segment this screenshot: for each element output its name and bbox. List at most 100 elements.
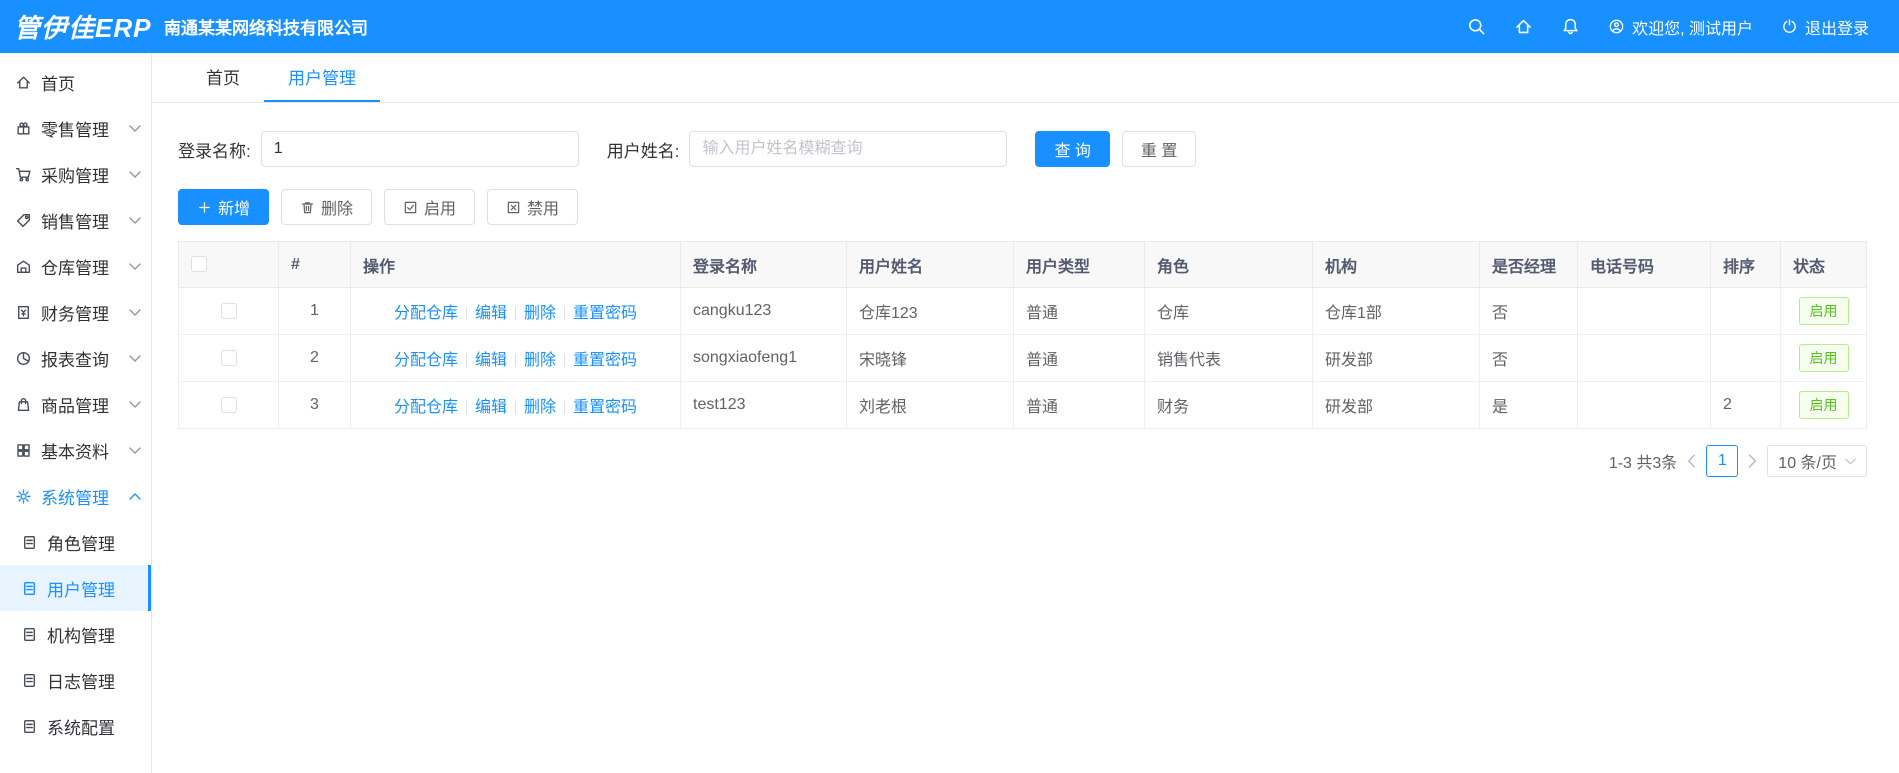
- cell-index: 3: [278, 381, 351, 429]
- sidebar-item-label: 系统管理: [41, 488, 109, 508]
- cell-manager: 否: [1479, 334, 1578, 382]
- edit-link[interactable]: 编辑: [475, 305, 507, 322]
- edit-link[interactable]: 编辑: [475, 352, 507, 369]
- sidebar-item-products[interactable]: 商品管理: [0, 381, 151, 427]
- reset-button[interactable]: 重 置: [1121, 131, 1197, 167]
- assign-warehouse-link[interactable]: 分配仓库: [394, 352, 458, 369]
- trash-icon: [300, 200, 315, 215]
- chevron-up-icon: [129, 493, 141, 500]
- disable-button[interactable]: 禁用: [487, 189, 579, 225]
- sidebar-item-roles[interactable]: 角色管理: [0, 519, 151, 565]
- logout-button[interactable]: 退出登录: [1781, 15, 1869, 39]
- report-icon: [15, 350, 32, 367]
- cell-actions: 分配仓库 编辑 删除 重置密码: [350, 287, 681, 335]
- sidebar-item-label: 用户管理: [47, 580, 115, 600]
- enable-button[interactable]: 启用: [384, 189, 476, 225]
- cell-login: test123: [680, 381, 847, 429]
- grid-icon: [15, 442, 32, 459]
- table-row: 3 分配仓库 编辑 删除 重置密码 test123 刘老根 普通 财务 研发部 是 2…: [178, 381, 1867, 429]
- col-user-type: 用户类型: [1013, 241, 1145, 288]
- sidebar-item-warehouse[interactable]: 仓库管理: [0, 243, 151, 289]
- login-name-input[interactable]: [260, 131, 579, 167]
- reset-password-link[interactable]: 重置密码: [573, 352, 637, 369]
- add-button[interactable]: 新增: [178, 189, 270, 225]
- page-number-button[interactable]: 1: [1706, 445, 1739, 477]
- reset-password-link[interactable]: 重置密码: [573, 305, 637, 322]
- cell-manager: 否: [1479, 287, 1578, 335]
- sidebar-item-basicdata[interactable]: 基本资料: [0, 427, 151, 473]
- cell-manager: 是: [1479, 381, 1578, 429]
- sidebar-item-sales[interactable]: 销售管理: [0, 197, 151, 243]
- search-icon[interactable]: [1467, 17, 1486, 36]
- cell-index: 2: [278, 334, 351, 382]
- cell-name: 仓库123: [846, 287, 1014, 335]
- next-page-button[interactable]: [1748, 454, 1757, 468]
- cell-actions: 分配仓库 编辑 删除 重置密码: [350, 334, 681, 382]
- cell-type: 普通: [1013, 287, 1145, 335]
- tab-user-management[interactable]: 用户管理: [264, 53, 380, 102]
- row-checkbox[interactable]: [220, 396, 237, 413]
- users-table: # 操作 登录名称 用户姓名 用户类型 角色 机构 是否经理 电话号码 排序 状…: [178, 241, 1867, 429]
- select-all-checkbox[interactable]: [191, 256, 207, 273]
- bag-icon: [15, 396, 32, 413]
- bell-icon[interactable]: [1561, 17, 1580, 36]
- cell-index: 1: [278, 287, 351, 335]
- row-checkbox[interactable]: [220, 302, 237, 319]
- divider: [465, 354, 467, 368]
- sidebar-item-label: 销售管理: [41, 212, 109, 232]
- table-row: 2 分配仓库 编辑 删除 重置密码 songxiaofeng1 宋晓锋 普通 销售代表…: [178, 334, 1867, 382]
- filter-bar: 登录名称: 用户姓名: 查 询 重 置: [178, 131, 1867, 167]
- col-org: 机构: [1312, 241, 1480, 288]
- reset-password-link[interactable]: 重置密码: [573, 399, 637, 416]
- search-button[interactable]: 查 询: [1035, 131, 1110, 167]
- sidebar-item-label: 机构管理: [47, 626, 115, 646]
- col-actions: 操作: [350, 241, 681, 288]
- sidebar-item-purchase[interactable]: 采购管理: [0, 151, 151, 197]
- tab-home[interactable]: 首页: [182, 53, 264, 102]
- cell-phone: [1577, 381, 1711, 429]
- sidebar-item-retail[interactable]: 零售管理: [0, 105, 151, 151]
- edit-link[interactable]: 编辑: [475, 399, 507, 416]
- table-header-row: # 操作 登录名称 用户姓名 用户类型 角色 机构 是否经理 电话号码 排序 状…: [178, 241, 1867, 288]
- logout-icon: [1781, 18, 1798, 35]
- sidebar-item-label: 角色管理: [47, 534, 115, 554]
- divider: [515, 354, 516, 368]
- user-welcome[interactable]: 欢迎您, 测试用户: [1608, 15, 1753, 39]
- page-size-value: 10 条/页: [1778, 455, 1837, 472]
- sidebar-item-orgs[interactable]: 机构管理: [0, 611, 151, 657]
- user-circle-icon: [1608, 18, 1625, 35]
- tag-icon: [15, 212, 32, 229]
- col-phone: 电话号码: [1577, 241, 1711, 288]
- divider: [465, 401, 467, 415]
- col-sort: 排序: [1710, 241, 1781, 288]
- row-checkbox[interactable]: [220, 349, 237, 366]
- sidebar-item-logs[interactable]: 日志管理: [0, 657, 151, 703]
- prev-page-button[interactable]: [1687, 454, 1696, 468]
- home-icon[interactable]: [1514, 17, 1533, 36]
- delete-link[interactable]: 删除: [524, 305, 556, 322]
- cell-phone: [1577, 334, 1711, 382]
- page-size-select[interactable]: 10 条/页: [1767, 445, 1867, 477]
- cell-sort: 2: [1710, 381, 1781, 429]
- delete-link[interactable]: 删除: [524, 352, 556, 369]
- assign-warehouse-link[interactable]: 分配仓库: [394, 305, 458, 322]
- divider: [515, 401, 516, 415]
- cell-sort: [1710, 334, 1781, 382]
- user-name-input[interactable]: [689, 131, 1008, 167]
- table-row: 1 分配仓库 编辑 删除 重置密码 cangku123 仓库123 普通 仓库 仓库1…: [178, 287, 1867, 335]
- sidebar-item-config[interactable]: 系统配置: [0, 703, 151, 749]
- sidebar-item-users[interactable]: 用户管理: [0, 565, 151, 611]
- cell-role: 仓库: [1144, 287, 1313, 335]
- sidebar-item-reports[interactable]: 报表查询: [0, 335, 151, 381]
- assign-warehouse-link[interactable]: 分配仓库: [394, 399, 458, 416]
- sidebar-item-label: 财务管理: [41, 304, 109, 324]
- delete-link[interactable]: 删除: [524, 399, 556, 416]
- sidebar-item-label: 报表查询: [41, 350, 109, 370]
- sidebar-item-finance[interactable]: 财务管理: [0, 289, 151, 335]
- sidebar-item-system[interactable]: 系统管理: [0, 473, 151, 519]
- sidebar-item-home[interactable]: 首页: [0, 59, 151, 105]
- retail-icon: [15, 120, 32, 137]
- sidebar: 首页 零售管理 采购管理 销售管理 仓库管理 财务管理 报表查询 商品管理 基本…: [0, 53, 152, 773]
- sidebar-item-label: 系统配置: [47, 718, 115, 738]
- delete-button[interactable]: 删除: [281, 189, 373, 225]
